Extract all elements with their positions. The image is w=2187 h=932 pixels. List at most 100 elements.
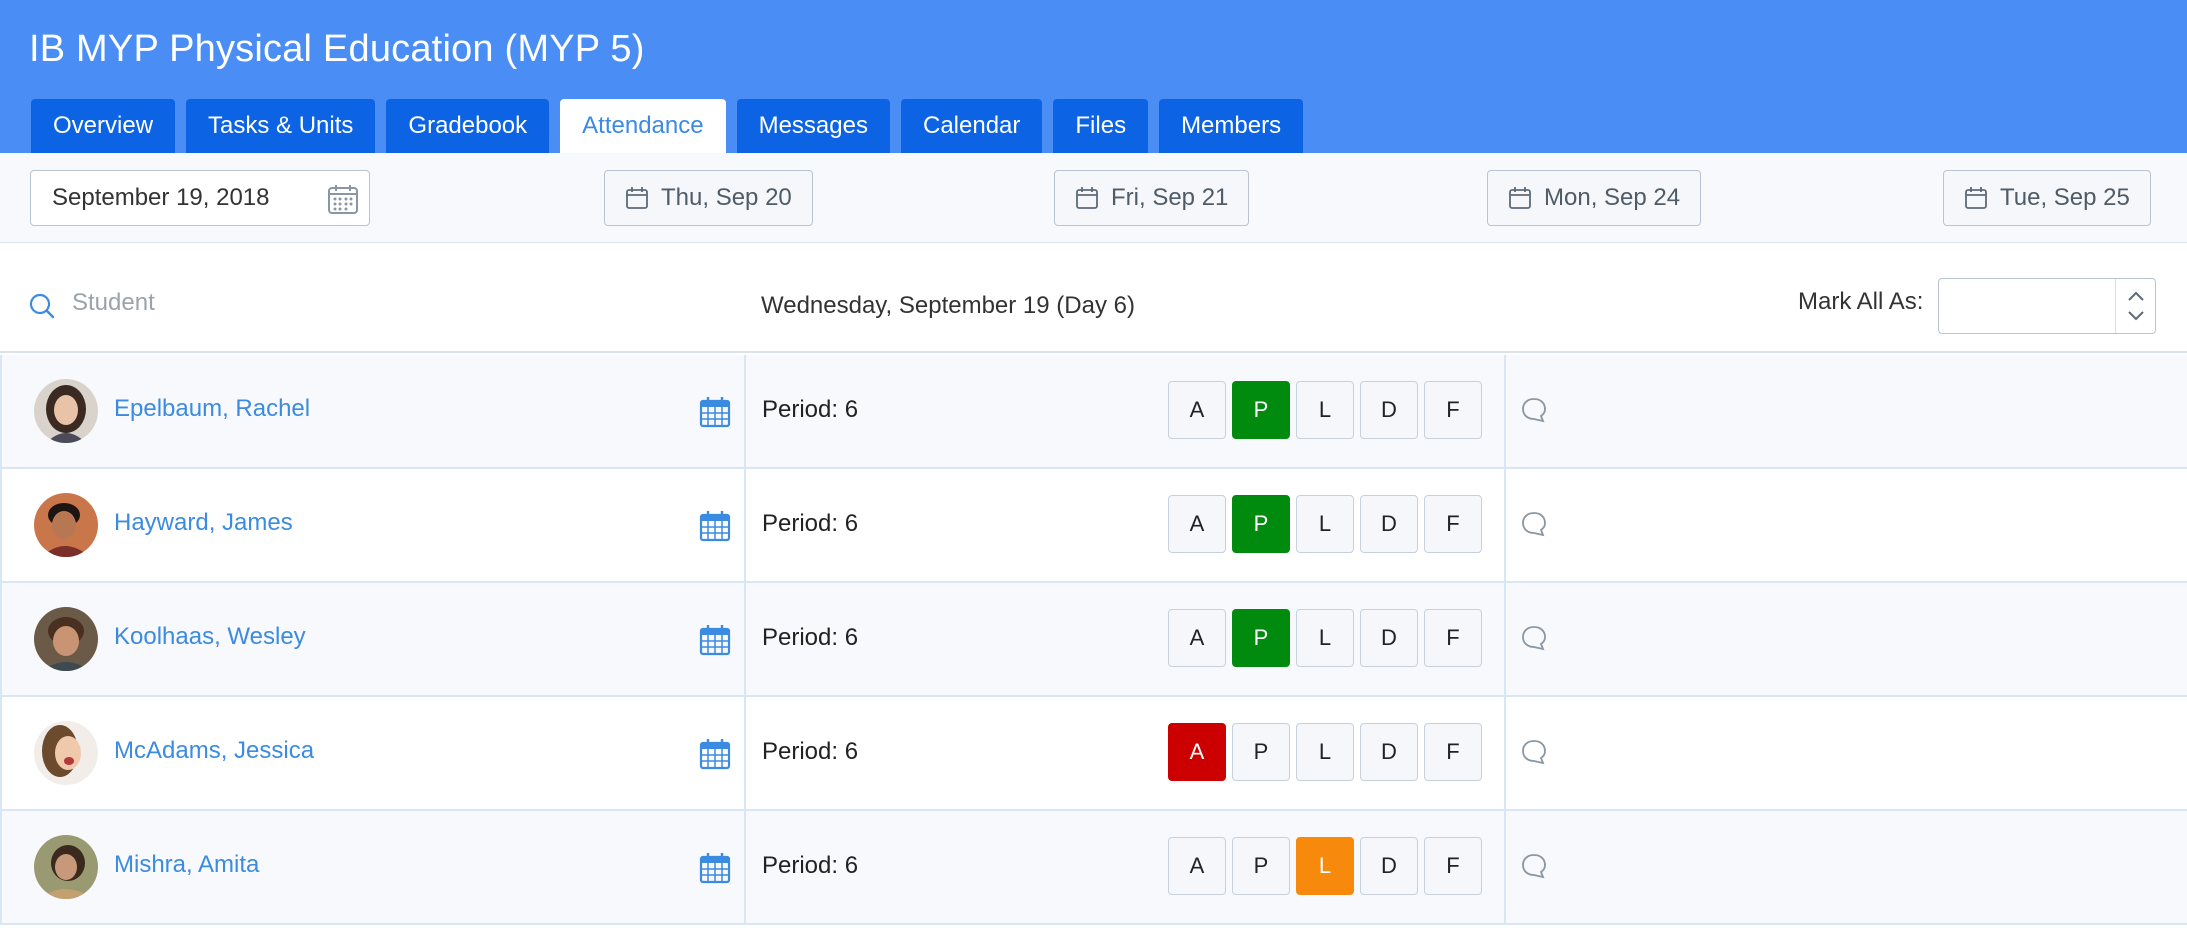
period-label: Period: 6 xyxy=(762,738,859,765)
note-cell xyxy=(1506,811,2187,923)
code-present-button[interactable]: P xyxy=(1232,495,1290,553)
period-cell: Period: 6 A P L D F xyxy=(746,583,1506,695)
tab-tasks-units[interactable]: Tasks & Units xyxy=(186,99,376,153)
avatar xyxy=(34,835,98,899)
code-absent-button[interactable]: A xyxy=(1168,381,1226,439)
calendar-icon xyxy=(626,187,648,209)
code-absent-button[interactable]: A xyxy=(1168,723,1226,781)
calendar-icon xyxy=(1076,187,1098,209)
code-late-button[interactable]: L xyxy=(1296,381,1354,439)
note-cell xyxy=(1506,583,2187,695)
period-cell: Period: 6 A P L D F xyxy=(746,811,1506,923)
code-late-button[interactable]: L xyxy=(1296,837,1354,895)
day-button-tue-sep-25[interactable]: Tue, Sep 25 xyxy=(1943,170,2151,226)
table-row: Epelbaum, Rachel Period: 6 A P L D F xyxy=(0,355,2187,469)
code-d-button[interactable]: D xyxy=(1360,837,1418,895)
comment-icon[interactable] xyxy=(1520,852,1548,880)
avatar xyxy=(34,379,98,443)
student-cell: Epelbaum, Rachel xyxy=(0,355,746,467)
code-late-button[interactable]: L xyxy=(1296,609,1354,667)
attendance-filter-row: Wednesday, September 19 (Day 6) Mark All… xyxy=(0,243,2187,353)
avatar xyxy=(34,721,98,785)
code-late-button[interactable]: L xyxy=(1296,495,1354,553)
table-row: Koolhaas, Wesley Period: 6 A P L D F xyxy=(0,583,2187,697)
period-label: Period: 6 xyxy=(762,852,859,879)
tab-calendar[interactable]: Calendar xyxy=(900,99,1043,153)
code-present-button[interactable]: P xyxy=(1232,381,1290,439)
code-d-button[interactable]: D xyxy=(1360,381,1418,439)
calendar-grid-icon[interactable] xyxy=(327,183,359,215)
student-search-input[interactable] xyxy=(72,283,572,323)
course-header: IB MYP Physical Education (MYP 5) Overvi… xyxy=(0,0,2187,153)
comment-icon[interactable] xyxy=(1520,624,1548,652)
period-label: Period: 6 xyxy=(762,624,859,651)
comment-icon[interactable] xyxy=(1520,510,1548,538)
calendar-icon xyxy=(1509,187,1531,209)
tab-members[interactable]: Members xyxy=(1159,99,1304,153)
day-button-mon-sep-24[interactable]: Mon, Sep 24 xyxy=(1487,170,1702,226)
tab-files[interactable]: Files xyxy=(1053,99,1149,153)
mark-all-select[interactable] xyxy=(1938,278,2156,334)
code-present-button[interactable]: P xyxy=(1232,723,1290,781)
table-row: Mishra, Amita Period: 6 A P L D F xyxy=(0,811,2187,925)
search-icon xyxy=(29,293,55,319)
student-cell: McAdams, Jessica xyxy=(0,697,746,809)
period-cell: Period: 6 A P L D F xyxy=(746,697,1506,809)
code-absent-button[interactable]: A xyxy=(1168,495,1226,553)
day-button-label: Fri, Sep 21 xyxy=(1111,184,1229,211)
student-name-link[interactable]: Hayward, James xyxy=(114,509,293,537)
day-button-fri-sep-21[interactable]: Fri, Sep 21 xyxy=(1054,170,1250,226)
date-navigation-bar: September 19, 2018 Thu, Sep 20 Fri, Sep … xyxy=(0,153,2187,243)
calendar-icon[interactable] xyxy=(698,395,732,429)
student-name-link[interactable]: Epelbaum, Rachel xyxy=(114,395,310,423)
calendar-icon[interactable] xyxy=(698,851,732,885)
student-name-link[interactable]: McAdams, Jessica xyxy=(114,737,314,765)
calendar-icon[interactable] xyxy=(698,623,732,657)
code-present-button[interactable]: P xyxy=(1232,609,1290,667)
note-cell xyxy=(1506,469,2187,581)
student-cell: Koolhaas, Wesley xyxy=(0,583,746,695)
calendar-icon[interactable] xyxy=(698,509,732,543)
avatar xyxy=(34,493,98,557)
tab-overview[interactable]: Overview xyxy=(31,99,176,153)
attendance-code-group: A P L D F xyxy=(1168,837,1482,895)
tab-messages[interactable]: Messages xyxy=(736,99,890,153)
code-present-button[interactable]: P xyxy=(1232,837,1290,895)
chevron-down-icon xyxy=(2128,311,2144,321)
course-title: IB MYP Physical Education (MYP 5) xyxy=(29,28,645,70)
select-stepper[interactable] xyxy=(2115,279,2155,333)
comment-icon[interactable] xyxy=(1520,738,1548,766)
code-d-button[interactable]: D xyxy=(1360,495,1418,553)
student-cell: Hayward, James xyxy=(0,469,746,581)
day-button-label: Tue, Sep 25 xyxy=(2000,184,2130,211)
code-late-button[interactable]: L xyxy=(1296,723,1354,781)
student-name-link[interactable]: Koolhaas, Wesley xyxy=(114,623,306,651)
tab-gradebook[interactable]: Gradebook xyxy=(386,99,550,153)
date-picker-value: September 19, 2018 xyxy=(52,184,270,211)
code-f-button[interactable]: F xyxy=(1424,837,1482,895)
attendance-list: Epelbaum, Rachel Period: 6 A P L D F Hay… xyxy=(0,355,2187,925)
attendance-code-group: A P L D F xyxy=(1168,495,1482,553)
day-button-label: Thu, Sep 20 xyxy=(661,184,792,211)
code-f-button[interactable]: F xyxy=(1424,609,1482,667)
period-label: Period: 6 xyxy=(762,396,859,423)
code-f-button[interactable]: F xyxy=(1424,723,1482,781)
calendar-icon[interactable] xyxy=(698,737,732,771)
period-cell: Period: 6 A P L D F xyxy=(746,355,1506,467)
code-absent-button[interactable]: A xyxy=(1168,837,1226,895)
day-button-thu-sep-20[interactable]: Thu, Sep 20 xyxy=(604,170,813,226)
attendance-code-group: A P L D F xyxy=(1168,381,1482,439)
code-f-button[interactable]: F xyxy=(1424,495,1482,553)
code-absent-button[interactable]: A xyxy=(1168,609,1226,667)
table-row: Hayward, James Period: 6 A P L D F xyxy=(0,469,2187,583)
date-picker-field[interactable]: September 19, 2018 xyxy=(30,170,370,226)
code-d-button[interactable]: D xyxy=(1360,609,1418,667)
note-cell xyxy=(1506,697,2187,809)
course-tabs: Overview Tasks & Units Gradebook Attenda… xyxy=(31,99,1314,153)
student-name-link[interactable]: Mishra, Amita xyxy=(114,851,259,879)
period-cell: Period: 6 A P L D F xyxy=(746,469,1506,581)
code-f-button[interactable]: F xyxy=(1424,381,1482,439)
comment-icon[interactable] xyxy=(1520,396,1548,424)
tab-attendance[interactable]: Attendance xyxy=(560,99,726,153)
code-d-button[interactable]: D xyxy=(1360,723,1418,781)
